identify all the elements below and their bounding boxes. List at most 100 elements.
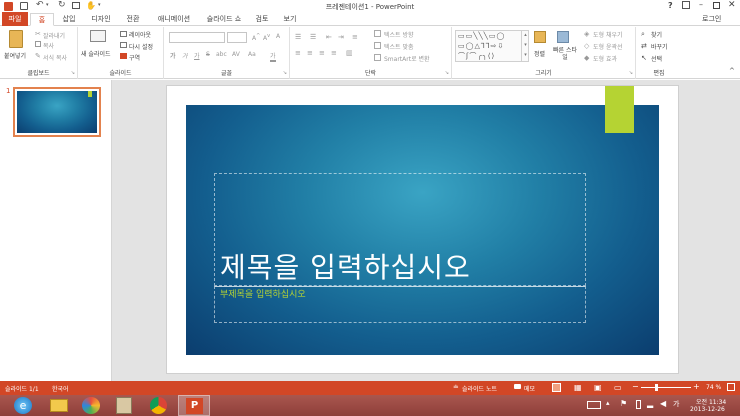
new-slide-button[interactable]: 새 슬라이드 [81,49,111,58]
shapes-gallery[interactable]: ▭▭╲╲╲▭◯ ▭◯△⅂⅂⇨⇩ ⌒ʃ⌒╭╮⟨⟩ [455,30,529,62]
find-icon[interactable]: ⌕ [641,30,645,39]
notes-icon[interactable]: ≐ [453,383,459,391]
tab-design[interactable]: 디자인 [84,13,118,26]
columns-icon[interactable]: ▥ [346,49,353,57]
touch-mode-icon[interactable]: ✋ [86,1,96,10]
select-icon[interactable]: ↖ [641,54,647,62]
arrange-button[interactable]: 정렬 [534,49,545,58]
comments-button[interactable]: 메모 [524,384,535,393]
format-painter-button[interactable]: 서식 복사 [43,53,67,62]
paste-icon[interactable] [9,30,23,48]
copy-icon[interactable] [35,41,41,47]
zoom-slider-track[interactable] [641,387,691,388]
powerpoint-icon[interactable] [4,2,13,11]
new-slide-icon[interactable] [90,30,106,42]
increase-indent-icon[interactable]: ⇥ [338,33,344,41]
shape-outline-icon[interactable]: ◇ [584,42,589,50]
copy-button[interactable]: 복사 [43,41,54,50]
zoom-out-icon[interactable]: − [632,382,639,391]
start-slideshow-icon[interactable] [72,2,80,9]
slide-subtitle[interactable]: 부제목을 입력하십시오 [220,287,306,300]
undo-icon[interactable]: ↶ [36,0,44,10]
font-size-combo[interactable] [227,32,247,43]
powerpoint-taskbar-button[interactable]: P [178,395,210,416]
dialog-launcher-icon[interactable]: ↘ [629,70,633,76]
tab-home[interactable]: 홈 [30,13,54,26]
collapse-ribbon-icon[interactable]: ^ [729,67,735,75]
language-indicator[interactable]: 한국어 [52,384,69,393]
underline-button[interactable]: 가 [194,51,200,60]
show-hidden-icons[interactable]: ▴ [606,399,610,407]
align-right-icon[interactable]: ≡ [319,49,325,57]
text-direction-button[interactable]: 텍스트 방향 [384,30,414,39]
shape-fill-button[interactable]: 도형 채우기 [593,30,623,39]
ie-icon[interactable]: e [14,397,32,414]
chevron-down-icon[interactable]: ▾ [46,2,49,8]
shape-effects-icon[interactable]: ◆ [584,54,589,62]
numbering-icon[interactable]: ☰ [310,33,316,41]
find-button[interactable]: 찾기 [651,30,662,39]
align-text-button[interactable]: 텍스트 맞춤 [384,42,414,51]
justify-icon[interactable]: ≡ [331,49,337,57]
layout-icon[interactable] [120,31,127,37]
select-button[interactable]: 선택 [651,54,662,63]
save-icon[interactable] [20,2,28,10]
slide-sorter-icon[interactable]: ▦ [574,383,582,392]
shape-fill-icon[interactable]: ◈ [584,30,589,38]
minimize-icon[interactable]: – [699,0,703,9]
tab-insert[interactable]: 삽입 [56,13,82,26]
zoom-slider-thumb[interactable] [655,384,658,391]
tab-slideshow[interactable]: 슬라이드 쇼 [200,13,248,26]
bold-button[interactable]: 가 [170,51,176,60]
dialog-launcher-icon[interactable]: ↘ [71,70,75,76]
bullets-icon[interactable]: ☰ [295,33,301,41]
ribbon-display-icon[interactable] [682,1,690,9]
close-icon[interactable]: ✕ [728,0,736,10]
quick-styles-button[interactable]: 빠른 스타일 [552,47,578,61]
tab-transitions[interactable]: 전환 [120,13,146,26]
clock-date[interactable]: 2013-12-26 [690,406,725,413]
zoom-level[interactable]: 74 % [706,384,721,391]
clock-time[interactable]: 오전 11:34 [696,397,726,406]
reset-button[interactable]: 다시 설정 [129,42,153,51]
gallery-scroll-icon[interactable]: ▴ ▾ ▾ [521,30,529,62]
align-left-icon[interactable]: ≡ [295,49,301,57]
shape-effects-button[interactable]: 도형 효과 [593,54,617,63]
smartart-icon[interactable] [374,54,381,61]
align-text-icon[interactable] [374,42,381,49]
notepad-icon[interactable] [116,397,132,414]
paste-button[interactable]: 붙여넣기 [4,51,26,60]
file-explorer-icon[interactable] [50,399,68,412]
tab-view[interactable]: 보기 [278,13,302,26]
tab-file[interactable]: 파일 [2,12,28,26]
reset-icon[interactable] [120,42,127,48]
font-color-button[interactable]: 가 [270,51,276,62]
slide-canvas[interactable]: 제목을 입력하십시오 부제목을 입력하십시오 [186,105,659,355]
strikethrough-button[interactable]: S [206,51,210,58]
comments-icon[interactable] [514,384,521,389]
change-case-button[interactable]: Aa [248,51,256,58]
quick-styles-icon[interactable] [557,31,569,43]
format-painter-icon[interactable]: ✎ [35,52,41,60]
volume-icon[interactable]: ◀ [660,399,666,408]
reading-view-icon[interactable]: ▣ [594,383,602,392]
section-button[interactable]: 구역 [129,53,140,62]
redo-icon[interactable]: ↻ [58,0,66,10]
shadow-button[interactable]: abc [216,51,227,58]
layout-button[interactable]: 레이아웃 [129,30,151,39]
keyboard-icon[interactable] [587,401,601,409]
sign-in-link[interactable]: 로그인 [702,14,721,24]
notes-button[interactable]: 슬라이드 노트 [462,384,497,393]
dialog-launcher-icon[interactable]: ↘ [283,70,287,76]
text-direction-icon[interactable] [374,30,381,37]
font-name-combo[interactable] [169,32,225,43]
tab-animations[interactable]: 애니메이션 [150,13,198,26]
chrome-icon[interactable] [150,397,167,414]
flag-icon[interactable]: ⚑ [620,399,627,408]
section-icon[interactable] [120,53,127,59]
slideshow-view-icon[interactable]: ▭ [614,383,622,392]
slide-title[interactable]: 제목을 입력하십시오 [220,246,471,286]
customize-qat-icon[interactable]: ▾ [98,2,101,8]
tab-review[interactable]: 검토 [250,13,274,26]
char-spacing-button[interactable]: AV [232,51,240,58]
